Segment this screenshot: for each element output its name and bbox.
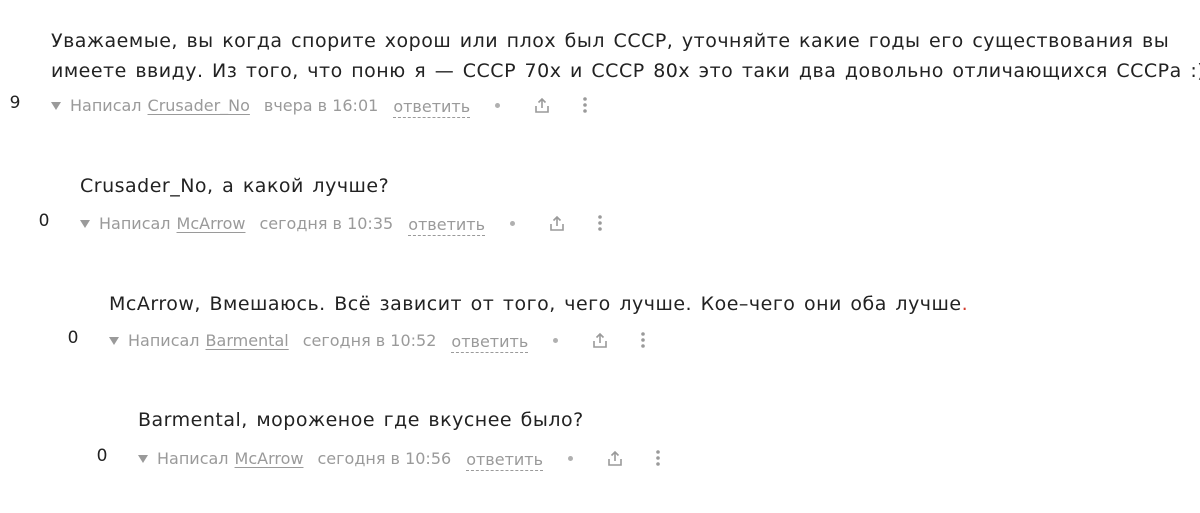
dot-icon xyxy=(553,337,559,343)
comment-text-line: McArrow, Вмешаюсь. Всё зависит от того, … xyxy=(109,293,962,315)
comment-score: 0 xyxy=(38,211,50,231)
share-icon[interactable] xyxy=(549,215,565,232)
comment-text-line: Уважаемые, вы когда спорите хорош или пл… xyxy=(51,30,1170,52)
triangle-down-icon[interactable] xyxy=(138,455,148,463)
comment-timestamp: сегодня в 10:56 xyxy=(317,448,452,468)
more-vertical-icon[interactable] xyxy=(640,331,646,349)
comment-score: 0 xyxy=(67,328,79,348)
comment-timestamp: сегодня в 10:52 xyxy=(302,330,437,350)
written-by-label: Написал xyxy=(70,95,142,115)
dot-icon xyxy=(568,455,574,461)
comment-text: Barmental, мороженое где вкуснее было? xyxy=(138,405,584,435)
comment-text-line: имеете ввиду. Из того, что поню я — СССР… xyxy=(51,60,1200,82)
author-link[interactable]: Crusader_No xyxy=(148,96,250,115)
dot-icon xyxy=(495,102,501,108)
comment-thread: Уважаемые, вы когда спорите хорош или пл… xyxy=(0,0,1200,513)
share-icon[interactable] xyxy=(592,332,608,349)
comment-text-line: Crusader_No, а какой лучше? xyxy=(80,175,390,197)
reply-link[interactable]: ответить xyxy=(451,328,529,353)
comment-text: Уважаемые, вы когда спорите хорош или пл… xyxy=(51,26,1200,86)
more-vertical-icon[interactable] xyxy=(582,96,588,114)
more-vertical-icon[interactable] xyxy=(597,214,603,232)
comment-meta: Написал Barmental сегодня в 10:52 ответи… xyxy=(109,328,646,353)
author-link[interactable]: McArrow xyxy=(235,449,304,468)
triangle-down-icon[interactable] xyxy=(109,337,119,345)
comment-meta: Написал McArrow сегодня в 10:35 ответить xyxy=(80,211,603,236)
triangle-down-icon[interactable] xyxy=(80,220,90,228)
reply-link[interactable]: ответить xyxy=(408,211,486,236)
comment-score: 9 xyxy=(9,93,21,113)
comment-text-tail: . xyxy=(961,293,969,315)
written-by-label: Написал xyxy=(157,448,229,468)
share-icon[interactable] xyxy=(607,450,623,467)
comment-text: McArrow, Вмешаюсь. Всё зависит от того, … xyxy=(109,289,968,319)
comment-timestamp: вчера в 16:01 xyxy=(263,95,379,115)
reply-link[interactable]: ответить xyxy=(466,446,544,471)
comment-text-line: Barmental, мороженое где вкуснее было? xyxy=(138,409,584,431)
triangle-down-icon[interactable] xyxy=(51,102,61,110)
written-by-label: Написал xyxy=(128,330,200,350)
reply-link[interactable]: ответить xyxy=(393,93,471,118)
comment-meta: Написал McArrow сегодня в 10:56 ответить xyxy=(138,446,661,471)
author-link[interactable]: McArrow xyxy=(177,214,246,233)
comment-text: Crusader_No, а какой лучше? xyxy=(80,171,389,201)
dot-icon xyxy=(510,220,516,226)
comment-score: 0 xyxy=(96,446,108,466)
comment-meta: Написал Crusader_No вчера в 16:01 ответи… xyxy=(51,93,588,118)
written-by-label: Написал xyxy=(99,213,171,233)
share-icon[interactable] xyxy=(534,97,550,114)
comment-timestamp: сегодня в 10:35 xyxy=(259,213,394,233)
more-vertical-icon[interactable] xyxy=(655,449,661,467)
author-link[interactable]: Barmental xyxy=(206,331,289,350)
